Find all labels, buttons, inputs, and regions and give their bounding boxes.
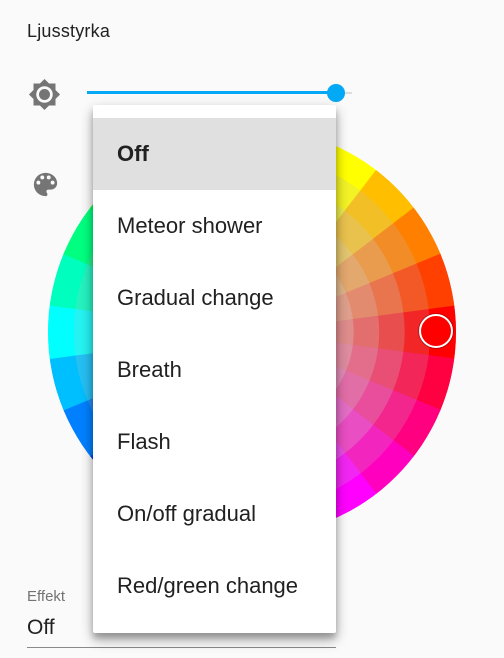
effect-label: Effekt (27, 588, 66, 605)
color-wheel-segment (352, 315, 380, 349)
dropdown-option-breath[interactable]: Breath (93, 334, 336, 406)
slider-fill (87, 91, 337, 94)
brightness-slider[interactable] (87, 81, 352, 105)
dropdown-option-on-off-gradual[interactable]: On/off gradual (93, 478, 336, 550)
brightness-sun-icon (28, 78, 61, 111)
effect-underline (27, 647, 336, 648)
effect-value: Off (27, 616, 55, 639)
dropdown-option-meteor-shower[interactable]: Meteor shower (93, 190, 336, 262)
color-wheel-segment (378, 311, 406, 353)
dropdown-option-gradual-change[interactable]: Gradual change (93, 262, 336, 334)
color-wheel-segment (48, 305, 76, 359)
dropdown-option-flash[interactable]: Flash (93, 406, 336, 478)
brightness-label: Ljusstyrka (27, 21, 111, 41)
slider-thumb[interactable] (327, 84, 346, 102)
dropdown-option-red-green-change[interactable]: Red/green change (93, 550, 336, 622)
effect-dropdown-menu: Off Meteor shower Gradual change Breath … (93, 105, 336, 633)
color-wheel-marker[interactable] (419, 314, 453, 348)
palette-icon (33, 172, 58, 197)
dropdown-option-off[interactable]: Off (93, 118, 336, 190)
